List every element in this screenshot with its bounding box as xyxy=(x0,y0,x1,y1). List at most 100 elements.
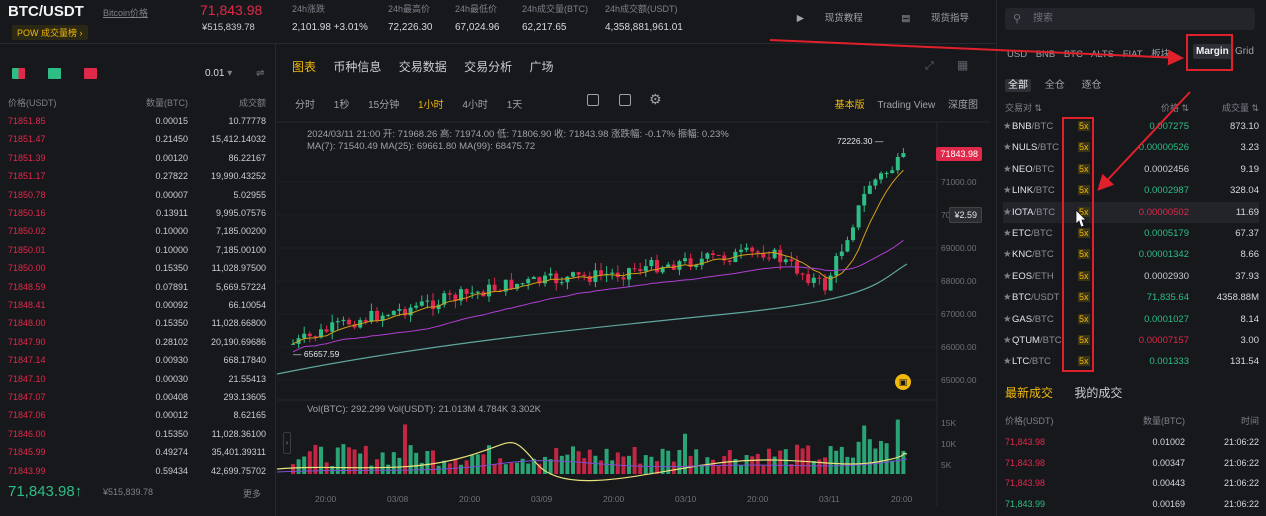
vol-tick-label: 15K xyxy=(941,418,956,428)
tab-chart[interactable]: 图表 xyxy=(292,60,316,74)
market-tab-fiat[interactable]: FIAT xyxy=(1123,49,1143,60)
ask-row[interactable]: 71850.00 0.15350 11,028.97500 xyxy=(8,260,266,276)
candle xyxy=(470,292,475,294)
market-tab-alts[interactable]: ALTS xyxy=(1091,49,1114,60)
market-row[interactable]: ★ KNC/BTC 5x 0.00001342 8.66 xyxy=(1003,244,1259,265)
star-icon[interactable]: ★ xyxy=(1003,159,1012,180)
interval-1s[interactable]: 1秒 xyxy=(334,100,350,111)
market-row[interactable]: ★ GAS/BTC 5x 0.0001027 8.14 xyxy=(1003,309,1259,330)
market-tab-sectors[interactable]: 板块 xyxy=(1151,49,1170,60)
gear-icon[interactable]: ⚙ xyxy=(649,91,662,108)
ask-row[interactable]: 71843.99 0.59434 42,699.75702 xyxy=(8,463,266,479)
y-tick-label: 65000.00 xyxy=(941,375,977,385)
volume-bar xyxy=(604,448,609,474)
market-row[interactable]: ★ NULS/BTC 5x 0.00000526 3.23 xyxy=(1003,137,1259,158)
star-icon[interactable]: ★ xyxy=(1003,137,1012,158)
ask-row[interactable]: 71848.41 0.00092 66.10054 xyxy=(8,297,266,313)
tab-trading-analysis[interactable]: 交易分析 xyxy=(464,60,512,74)
layout-icon[interactable]: ▦ xyxy=(957,58,968,72)
interval-4h[interactable]: 4小时 xyxy=(462,100,488,111)
star-icon[interactable]: ★ xyxy=(1003,180,1012,201)
market-row[interactable]: ★ BNB/BTC 5x 0.007275 873.10 xyxy=(1003,116,1259,137)
guide-link[interactable]: ▤ 现货指导 xyxy=(883,13,969,24)
market-tab-bnb[interactable]: BNB xyxy=(1036,49,1056,60)
market-row[interactable]: ★ EOS/ETH 5x 0.0002930 37.93 xyxy=(1003,266,1259,287)
star-icon[interactable]: ★ xyxy=(1003,351,1012,372)
header-volume[interactable]: 成交量 ⇅ xyxy=(1189,101,1259,114)
fx-tag[interactable]: ¥2.59 xyxy=(949,207,982,223)
star-icon[interactable]: ★ xyxy=(1003,330,1012,351)
assistant-icon[interactable]: ▣ xyxy=(895,374,911,390)
tutorial-link[interactable]: ▶ 现货教程 xyxy=(779,13,863,24)
star-icon[interactable]: ★ xyxy=(1003,116,1012,137)
ask-row[interactable]: 71851.47 0.21450 15,412.14032 xyxy=(8,131,266,147)
expand-icon[interactable]: ⤢ xyxy=(925,60,934,73)
tab-latest-trades[interactable]: 最新成交 xyxy=(1005,386,1053,400)
market-row[interactable]: ★ LTC/BTC 5x 0.001333 131.54 xyxy=(1003,351,1259,372)
ask-row[interactable]: 71847.10 0.00030 21.55413 xyxy=(8,371,266,387)
settings-icon[interactable]: ⇌ xyxy=(256,68,264,79)
star-icon[interactable]: ★ xyxy=(1003,202,1012,223)
indicator-icon[interactable] xyxy=(587,94,599,106)
subtab-cross[interactable]: 全仓 xyxy=(1042,79,1068,92)
star-icon[interactable]: ★ xyxy=(1003,287,1012,308)
ask-row[interactable]: 71847.14 0.00930 668.17840 xyxy=(8,352,266,368)
interval-timeline[interactable]: 分时 xyxy=(295,100,315,111)
star-icon[interactable]: ★ xyxy=(1003,266,1012,287)
market-row[interactable]: ★ QTUM/BTC 5x 0.00007157 3.00 xyxy=(1003,330,1259,351)
book-both-icon[interactable] xyxy=(12,68,25,79)
subtab-all[interactable]: 全部 xyxy=(1005,79,1031,92)
ask-row[interactable]: 71850.16 0.13911 9,995.07576 xyxy=(8,205,266,221)
ask-row[interactable]: 71848.59 0.07891 5,669.57224 xyxy=(8,279,266,295)
book-bids-icon[interactable] xyxy=(48,68,61,79)
candle xyxy=(391,310,396,316)
precision-select[interactable]: 0.01 ▾ xyxy=(205,68,232,79)
ask-row[interactable]: 71851.85 0.00015 10.77778 xyxy=(8,113,266,129)
ask-row[interactable]: 71850.02 0.10000 7,185.00200 xyxy=(8,223,266,239)
ask-row[interactable]: 71850.01 0.10000 7,185.00100 xyxy=(8,242,266,258)
view-depth[interactable]: 深度图 xyxy=(948,100,978,111)
market-row[interactable]: ★ ETC/BTC 5x 0.0005179 67.37 xyxy=(1003,223,1259,244)
view-tradingview[interactable]: Trading View xyxy=(877,100,935,111)
ask-row[interactable]: 71847.06 0.00012 8.62165 xyxy=(8,407,266,423)
search-input[interactable]: 搜索 xyxy=(1005,8,1255,30)
collapse-handle[interactable]: › xyxy=(283,432,291,454)
ask-row[interactable]: 71846.00 0.15350 11,028.36100 xyxy=(8,426,266,442)
market-tab-btc[interactable]: BTC xyxy=(1064,49,1083,60)
market-row[interactable]: ★ BTC/USDT 5x 71,835.64 4358.88M xyxy=(1003,287,1259,308)
grid-tab[interactable]: Grid xyxy=(1235,46,1254,57)
ask-row[interactable]: 71845.99 0.49274 35,401.39311 xyxy=(8,444,266,460)
interval-1d[interactable]: 1天 xyxy=(507,100,523,111)
market-row[interactable]: ★ IOTA/BTC 5x 0.00000502 11.69 xyxy=(1003,201,1259,223)
ask-row[interactable]: 71848.00 0.15350 11,028.66800 xyxy=(8,315,266,331)
ask-total: 9,995.07576 xyxy=(215,208,266,218)
ask-row[interactable]: 71847.90 0.28102 20,190.69686 xyxy=(8,334,266,350)
market-row[interactable]: ★ NEO/BTC 5x 0.0002456 9.19 xyxy=(1003,159,1259,180)
star-icon[interactable]: ★ xyxy=(1003,309,1012,330)
calculator-icon[interactable] xyxy=(619,94,631,106)
ask-row[interactable]: 71851.17 0.27822 19,990.43252 xyxy=(8,168,266,184)
market-tab-usd[interactable]: USD xyxy=(1007,49,1027,60)
tab-square[interactable]: 广场 xyxy=(529,60,553,74)
tab-coin-info[interactable]: 币种信息 xyxy=(333,60,381,74)
market-row[interactable]: ★ LINK/BTC 5x 0.0002987 328.04 xyxy=(1003,180,1259,201)
book-asks-icon[interactable] xyxy=(84,68,97,79)
more-link[interactable]: 更多 xyxy=(243,487,261,500)
interval-1h[interactable]: 1小时 xyxy=(418,100,444,111)
interval-15m[interactable]: 15分钟 xyxy=(368,100,399,111)
subtab-isolated[interactable]: 逐仓 xyxy=(1079,79,1105,92)
pow-badge[interactable]: POW 成交量榜 › xyxy=(12,25,88,40)
star-icon[interactable]: ★ xyxy=(1003,223,1012,244)
tab-trading-data[interactable]: 交易数据 xyxy=(399,60,447,74)
tab-my-trades[interactable]: 我的成交 xyxy=(1074,386,1122,400)
header-pair[interactable]: 交易对 ⇅ xyxy=(1005,101,1085,114)
header-price[interactable]: 价格 ⇅ xyxy=(1085,101,1189,114)
ask-row[interactable]: 71847.07 0.00408 293.13605 xyxy=(8,389,266,405)
star-icon[interactable]: ★ xyxy=(1003,244,1012,265)
view-basic[interactable]: 基本版 xyxy=(835,100,865,111)
ask-row[interactable]: 71850.78 0.00007 5.02955 xyxy=(8,187,266,203)
pair-info-link[interactable]: Bitcoin价格 xyxy=(103,6,148,19)
ask-row[interactable]: 71851.39 0.00120 86.22167 xyxy=(8,150,266,166)
margin-tab[interactable]: Margin xyxy=(1193,44,1232,59)
candlestick-chart[interactable]: 71000.0070000.0069000.0068000.0067000.00… xyxy=(277,44,990,516)
